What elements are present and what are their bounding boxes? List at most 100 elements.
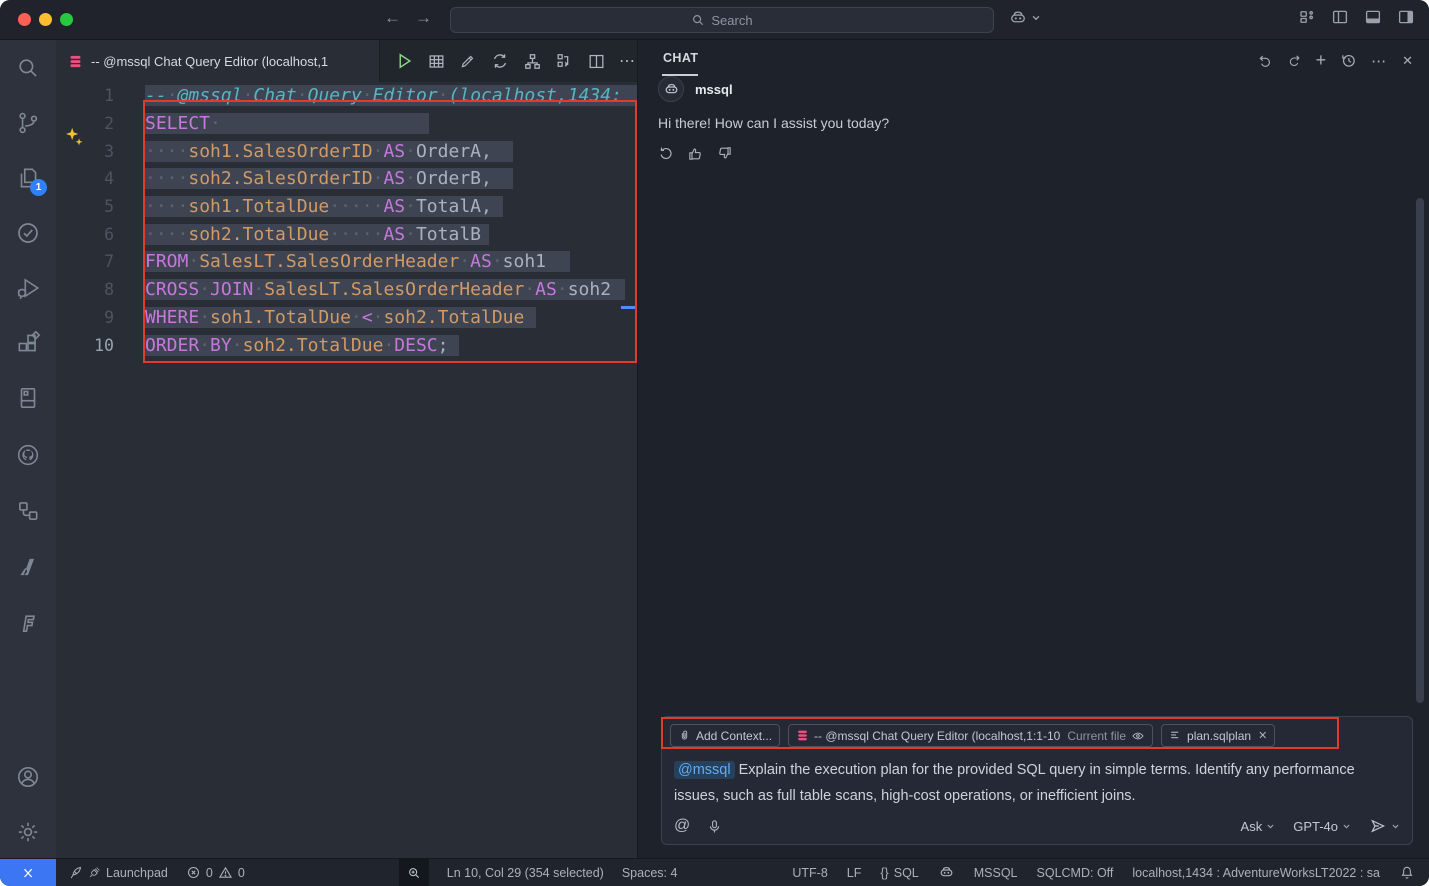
more-actions-icon[interactable]: ⋯	[619, 51, 637, 71]
search-icon[interactable]	[15, 55, 41, 81]
edit-pen-icon[interactable]	[459, 52, 477, 70]
prompt-text: Explain the execution plan for the provi…	[674, 762, 1355, 804]
undo-icon[interactable]	[1257, 53, 1273, 69]
toggle-primary-sidebar-icon[interactable]	[1331, 8, 1349, 26]
code-line[interactable]: 4····soh2.SalesOrderID·AS·OrderB,	[56, 165, 637, 193]
language-mode-indicator[interactable]: {}SQL	[880, 866, 918, 880]
context-chip-current-file[interactable]: -- @mssql Chat Query Editor (localhost,1…	[788, 724, 1153, 747]
database-icon	[68, 54, 83, 69]
check-circle-icon[interactable]	[15, 220, 41, 246]
launchpad-button[interactable]: Launchpad	[68, 865, 168, 880]
minimize-window-button[interactable]	[39, 13, 52, 26]
problems-indicator[interactable]: 0 0	[186, 865, 245, 880]
chevron-down-icon	[1266, 822, 1275, 831]
copilot-sparkle-icon[interactable]	[63, 126, 85, 148]
editor-tab-bar: -- @mssql Chat Query Editor (localhost,1…	[56, 40, 637, 82]
new-chat-icon[interactable]: +	[1316, 50, 1327, 71]
cursor-position-indicator[interactable]: Ln 10, Col 29 (354 selected)	[447, 866, 604, 880]
chat-scrollbar[interactable]	[1416, 198, 1424, 703]
code-line[interactable]: 3····soh1.SalesOrderID·AS·OrderA,	[56, 137, 637, 165]
encoding-indicator[interactable]: UTF-8	[792, 866, 827, 880]
results-grid-icon[interactable]	[427, 52, 446, 71]
code-line[interactable]: 9 WHERE·soh1.TotalDue·<·soh2.TotalDue	[56, 304, 637, 332]
toggle-secondary-sidebar-icon[interactable]	[1397, 8, 1415, 26]
close-window-button[interactable]	[18, 13, 31, 26]
code-editor[interactable]: 1--·@mssql·Chat·Query·Editor·(localhost,…	[56, 82, 637, 858]
connections-icon[interactable]	[15, 498, 41, 524]
settings-gear-icon[interactable]	[15, 819, 41, 845]
thumbs-up-icon[interactable]	[687, 145, 704, 162]
sqlcmd-indicator[interactable]: SQLCMD: Off	[1037, 866, 1114, 880]
actual-plan-icon[interactable]	[555, 52, 574, 71]
mention-context-icon[interactable]: @	[674, 817, 690, 835]
eye-icon[interactable]	[1131, 729, 1145, 743]
chevron-down-icon	[1031, 13, 1041, 23]
line-number: 1	[56, 86, 114, 105]
connection-indicator[interactable]: localhost,1434 : AdventureWorksLT2022 : …	[1132, 866, 1380, 880]
selected-code-text: ····soh2.SalesOrderID·AS·OrderB,	[145, 168, 513, 189]
line-number: 8	[56, 280, 114, 299]
account-icon[interactable]	[15, 764, 41, 790]
selected-code-text: ORDER·BY·soh2.TotalDue·DESC;	[145, 335, 459, 356]
selected-code-text: SELECT·	[145, 113, 429, 134]
copilot-status-button[interactable]	[938, 864, 955, 881]
model-select[interactable]: GPT-4o	[1293, 819, 1351, 834]
code-line[interactable]: 7FROM·SalesLT.SalesOrderHeader·AS·soh1	[56, 248, 637, 276]
code-line[interactable]: 10ORDER·BY·soh2.TotalDue·DESC;	[56, 331, 637, 359]
run-debug-icon[interactable]	[15, 275, 41, 301]
notifications-bell-icon[interactable]	[1399, 865, 1415, 881]
remote-icon	[20, 865, 36, 881]
remote-indicator[interactable]	[0, 859, 56, 886]
navigate-back-icon[interactable]: ←	[384, 8, 401, 28]
context-chip-plan-file[interactable]: plan.sqlplan ✕	[1161, 724, 1275, 747]
remove-chip-icon[interactable]: ✕	[1258, 729, 1267, 742]
command-center-search[interactable]: Search	[450, 7, 994, 33]
code-line[interactable]: 8CROSS·JOIN·SalesLT.SalesOrderHeader·AS·…	[56, 276, 637, 304]
chat-mode-select[interactable]: Ask	[1241, 819, 1276, 834]
copilot-menu-button[interactable]	[1008, 8, 1041, 28]
indentation-indicator[interactable]: Spaces: 4	[622, 866, 678, 880]
estimated-plan-icon[interactable]	[523, 52, 542, 71]
thumbs-down-icon[interactable]	[716, 145, 733, 162]
chat-input-container[interactable]: Add Context... -- @mssql Chat Query Edit…	[661, 716, 1413, 845]
tab-chat[interactable]: CHAT	[663, 51, 698, 65]
plan-file-name: plan.sqlplan	[1187, 729, 1251, 743]
editor-tab-active[interactable]: -- @mssql Chat Query Editor (localhost,1	[56, 40, 380, 82]
tab-title: -- @mssql Chat Query Editor (localhost,1	[91, 54, 328, 69]
extensions-icon[interactable]	[15, 330, 41, 356]
mssql-indicator[interactable]: MSSQL	[974, 866, 1018, 880]
regenerate-icon[interactable]	[658, 145, 675, 162]
split-editor-icon[interactable]	[587, 52, 606, 71]
zoom-window-button[interactable]	[60, 13, 73, 26]
run-query-play-icon[interactable]	[394, 51, 414, 71]
code-line[interactable]: 2SELECT·	[56, 110, 637, 138]
navigate-forward-icon[interactable]: →	[415, 8, 432, 28]
zoom-indicator[interactable]	[399, 859, 429, 886]
toggle-panel-icon[interactable]	[1364, 8, 1382, 26]
selected-code-text: WHERE·soh1.TotalDue·<·soh2.TotalDue	[145, 307, 536, 328]
chat-prompt-input[interactable]: @mssql Explain the execution plan for th…	[662, 747, 1412, 809]
eol-indicator[interactable]: LF	[847, 866, 862, 880]
code-line[interactable]: 6····soh2.TotalDue·····AS·TotalB	[56, 220, 637, 248]
send-button[interactable]	[1369, 817, 1400, 835]
customize-layout-icon[interactable]	[1298, 8, 1316, 26]
microphone-icon[interactable]	[707, 818, 722, 835]
more-actions-icon[interactable]: ⋯	[1371, 52, 1388, 70]
redo-icon[interactable]	[1287, 53, 1302, 68]
chat-history-icon[interactable]	[1340, 52, 1357, 69]
azure-icon[interactable]	[15, 554, 41, 580]
github-icon[interactable]	[15, 442, 41, 468]
fabric-icon[interactable]	[15, 610, 41, 636]
line-number: 9	[56, 308, 114, 327]
source-control-icon[interactable]	[15, 110, 41, 136]
selected-code-text: FROM·SalesLT.SalesOrderHeader·AS·soh1	[145, 251, 570, 272]
code-line[interactable]: 5····soh1.TotalDue·····AS·TotalA,	[56, 193, 637, 221]
close-panel-icon[interactable]: ✕	[1402, 53, 1413, 69]
selected-code-text: ····soh2.TotalDue·····AS·TotalB	[145, 224, 489, 245]
code-line[interactable]: 1--·@mssql·Chat·Query·Editor·(localhost,…	[56, 82, 637, 110]
notebook-icon[interactable]	[15, 385, 41, 411]
add-context-button[interactable]: Add Context...	[670, 724, 780, 747]
change-connection-icon[interactable]	[490, 51, 510, 71]
context-file-range: :1-10	[1033, 729, 1060, 743]
traffic-lights	[18, 13, 73, 26]
